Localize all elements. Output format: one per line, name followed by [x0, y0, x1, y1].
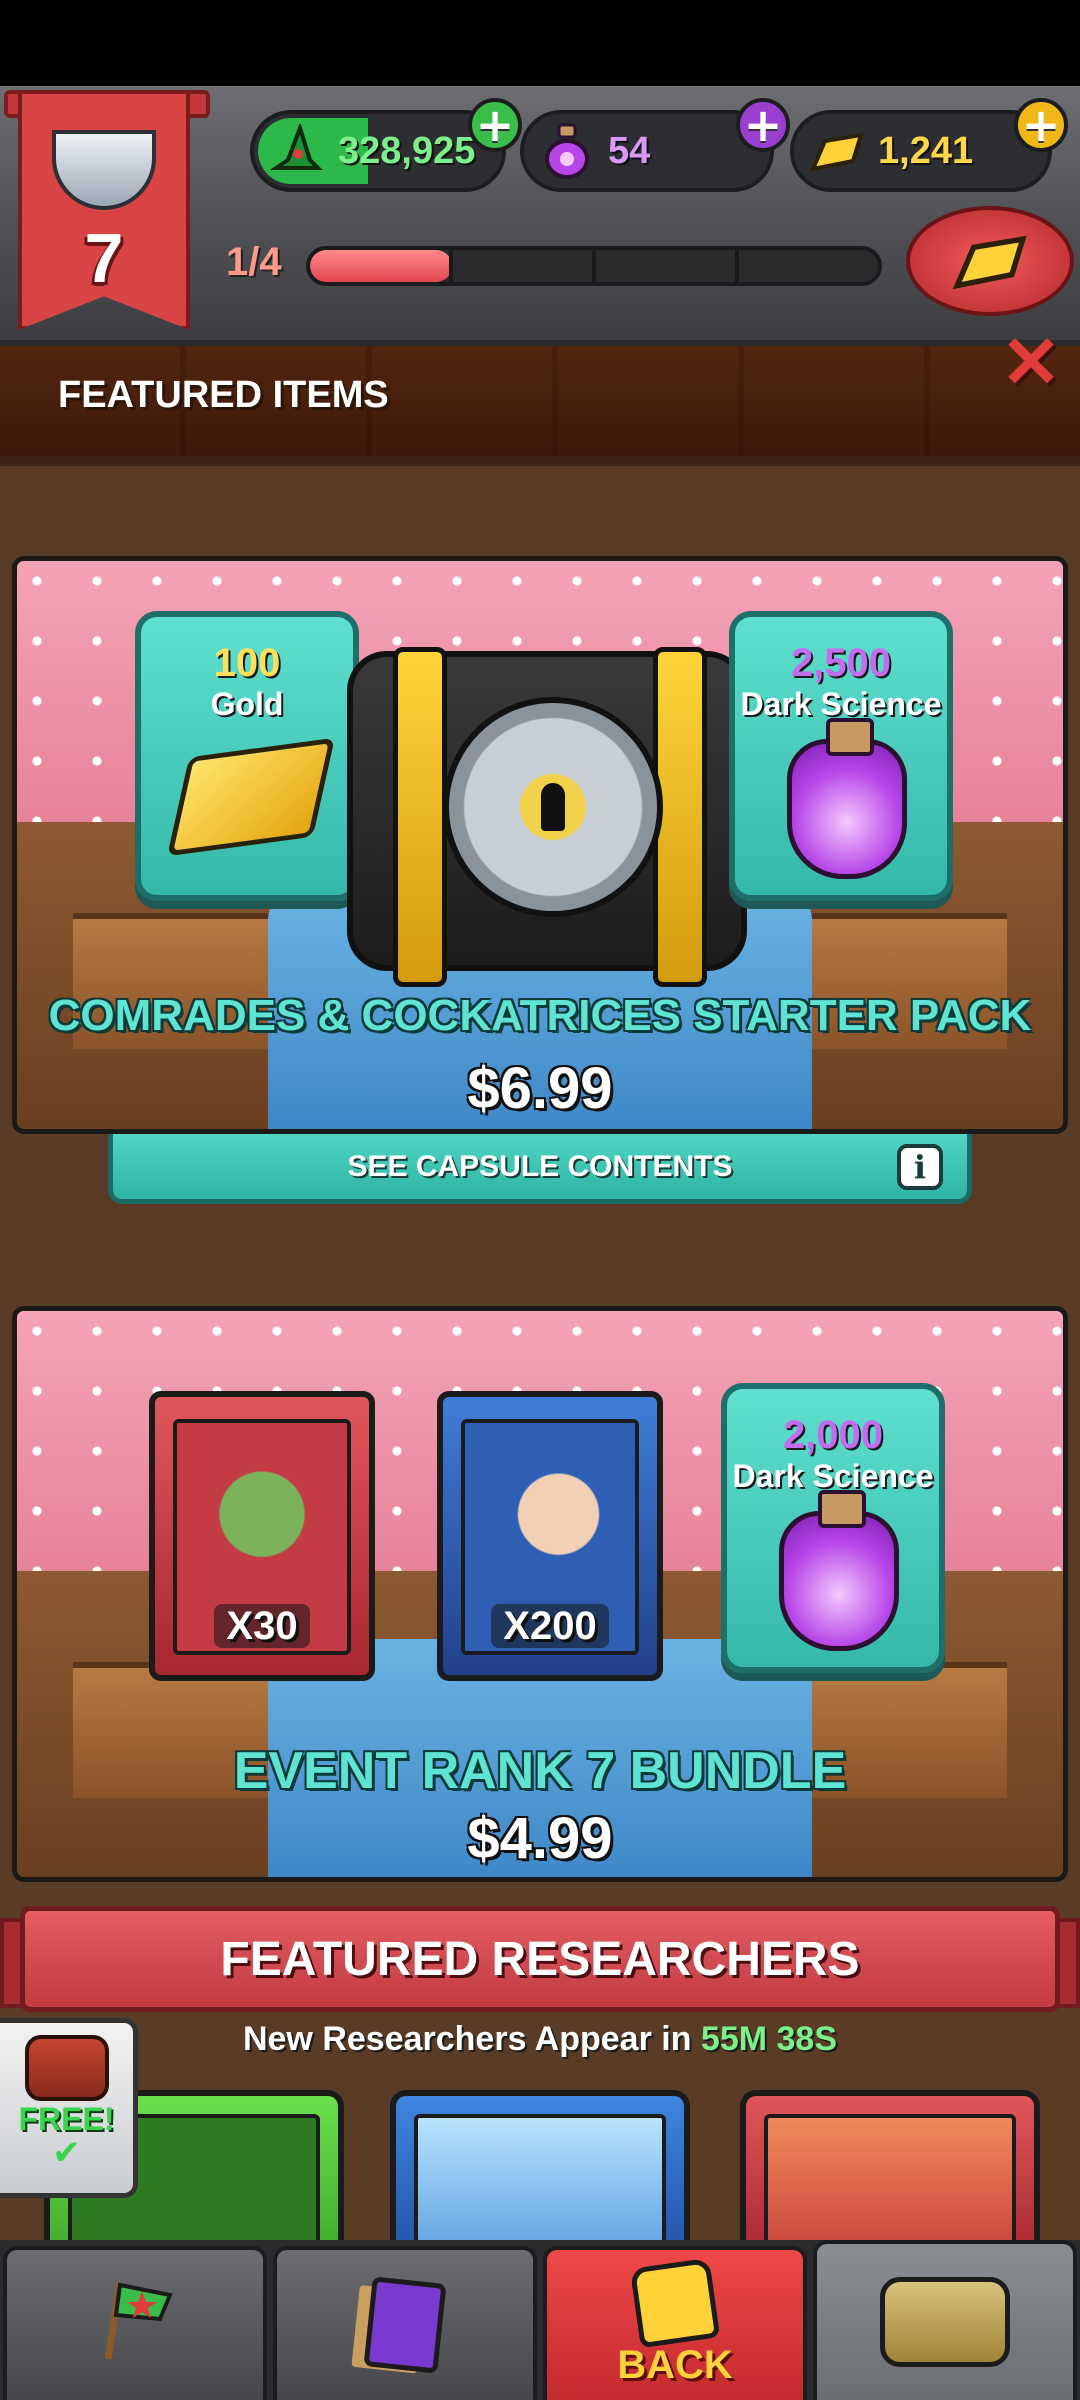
add-green-currency-button[interactable]: + — [468, 98, 522, 152]
dark-science-reward-tile: 2,000 Dark Science — [721, 1383, 945, 1673]
starter-pack-offer[interactable]: 100 Gold 2,500 Dark Science COMRADES & C… — [12, 556, 1068, 1134]
tile-amount: 100 — [213, 641, 281, 685]
researchers-timer: New Researchers Appear in 55M 38S — [0, 2020, 1080, 2059]
researcher-portrait — [764, 2114, 1016, 2260]
researcher-card[interactable] — [740, 2090, 1040, 2260]
rank-number: 7 — [84, 219, 124, 297]
vault-lock-icon — [443, 697, 663, 917]
featured-researchers-title: FEATURED RESEARCHERS — [220, 1932, 860, 1986]
researcher-portrait — [414, 2114, 666, 2260]
gold-display: 1,241 + — [790, 98, 1068, 192]
researcher-card-blue: X200 — [437, 1391, 663, 1681]
green-currency-display: 328,925 + — [250, 98, 522, 192]
offer-name: EVENT RANK 7 BUNDLE — [233, 1742, 847, 1800]
gold-bar-icon — [167, 737, 335, 857]
red-star-flag-icon — [90, 2275, 180, 2376]
fist-icon — [629, 2257, 721, 2348]
featured-items-title: FEATURED ITEMS — [58, 374, 389, 416]
dark-science-reward-tile: 2,500 Dark Science — [729, 611, 953, 901]
progress-segment — [739, 250, 878, 282]
gold-value: 1,241 — [878, 129, 974, 172]
tab-cards[interactable] — [273, 2246, 537, 2400]
researcher-card-red: X30 — [149, 1391, 375, 1681]
card-count: X200 — [443, 1604, 657, 1649]
researcher-card[interactable] — [390, 2090, 690, 2260]
cards-icon — [363, 2276, 447, 2374]
gold-bar-icon — [808, 122, 866, 180]
card-count-text: X30 — [214, 1604, 310, 1648]
card-count: X30 — [155, 1604, 369, 1649]
treasure-chest-icon — [24, 2035, 109, 2101]
free-chest-button[interactable]: FREE! ✔ — [0, 2018, 138, 2198]
gold-reward-tile: 100 Gold — [135, 611, 359, 901]
gold-bar-icon — [952, 235, 1027, 290]
tile-amount: 2,000 — [782, 1413, 884, 1457]
gold-reward-badge[interactable] — [906, 206, 1074, 316]
back-button[interactable]: BACK — [543, 2246, 807, 2400]
tile-amount: 2,500 — [790, 641, 892, 685]
tab-missions[interactable] — [3, 2246, 267, 2400]
vault-capsule-icon — [347, 647, 747, 987]
timer-prefix: New Researchers Appear in — [242, 2020, 692, 2058]
dark-science-value: 54 — [608, 129, 651, 172]
bottom-nav: BACK — [0, 2240, 1080, 2400]
progress-segment — [596, 250, 739, 282]
card-count-text: X200 — [491, 1604, 609, 1648]
offer-price[interactable]: $4.99 — [17, 1805, 1063, 1872]
green-currency-value: 328,925 — [338, 129, 476, 172]
offer-price[interactable]: $6.99 — [17, 1055, 1063, 1122]
dark-science-display: 54 + — [520, 98, 790, 192]
chevron-down-icon: ✔ — [52, 2133, 81, 2173]
progress-segment — [453, 250, 596, 282]
see-capsule-contents-button[interactable]: SEE CAPSULE CONTENTS i — [108, 1134, 972, 1204]
status-bar — [0, 0, 1080, 86]
info-icon[interactable]: i — [897, 1144, 943, 1190]
dark-science-potion-icon — [538, 122, 596, 180]
timer-value: 55M 38S — [700, 2020, 838, 2058]
tab-shop[interactable] — [813, 2240, 1077, 2400]
tile-name: Gold — [210, 686, 284, 722]
dark-science-potion-icon — [787, 718, 907, 879]
capsule-button-label: SEE CAPSULE CONTENTS — [347, 1149, 733, 1183]
progress-label: 1/4 — [226, 240, 282, 284]
add-gold-button[interactable]: + — [1014, 98, 1068, 152]
dark-science-potion-icon — [779, 1490, 899, 1651]
back-label: BACK — [617, 2342, 733, 2387]
wizard-hat-icon — [268, 122, 326, 180]
featured-researchers-ribbon: FEATURED RESEARCHERS — [20, 1906, 1060, 2012]
offer-name: COMRADES & COCKATRICES STARTER PACK — [48, 991, 1032, 1040]
event-rank-bundle-offer[interactable]: X30 X200 2,000 Dark Science EVENT RANK 7… — [12, 1306, 1068, 1882]
treasure-chest-icon — [880, 2277, 1010, 2367]
add-dark-science-button[interactable]: + — [736, 98, 790, 152]
progress-bar — [306, 246, 882, 286]
progress-segment — [310, 250, 453, 282]
close-button[interactable]: ✕ — [998, 327, 1064, 399]
vault-band — [393, 647, 447, 987]
